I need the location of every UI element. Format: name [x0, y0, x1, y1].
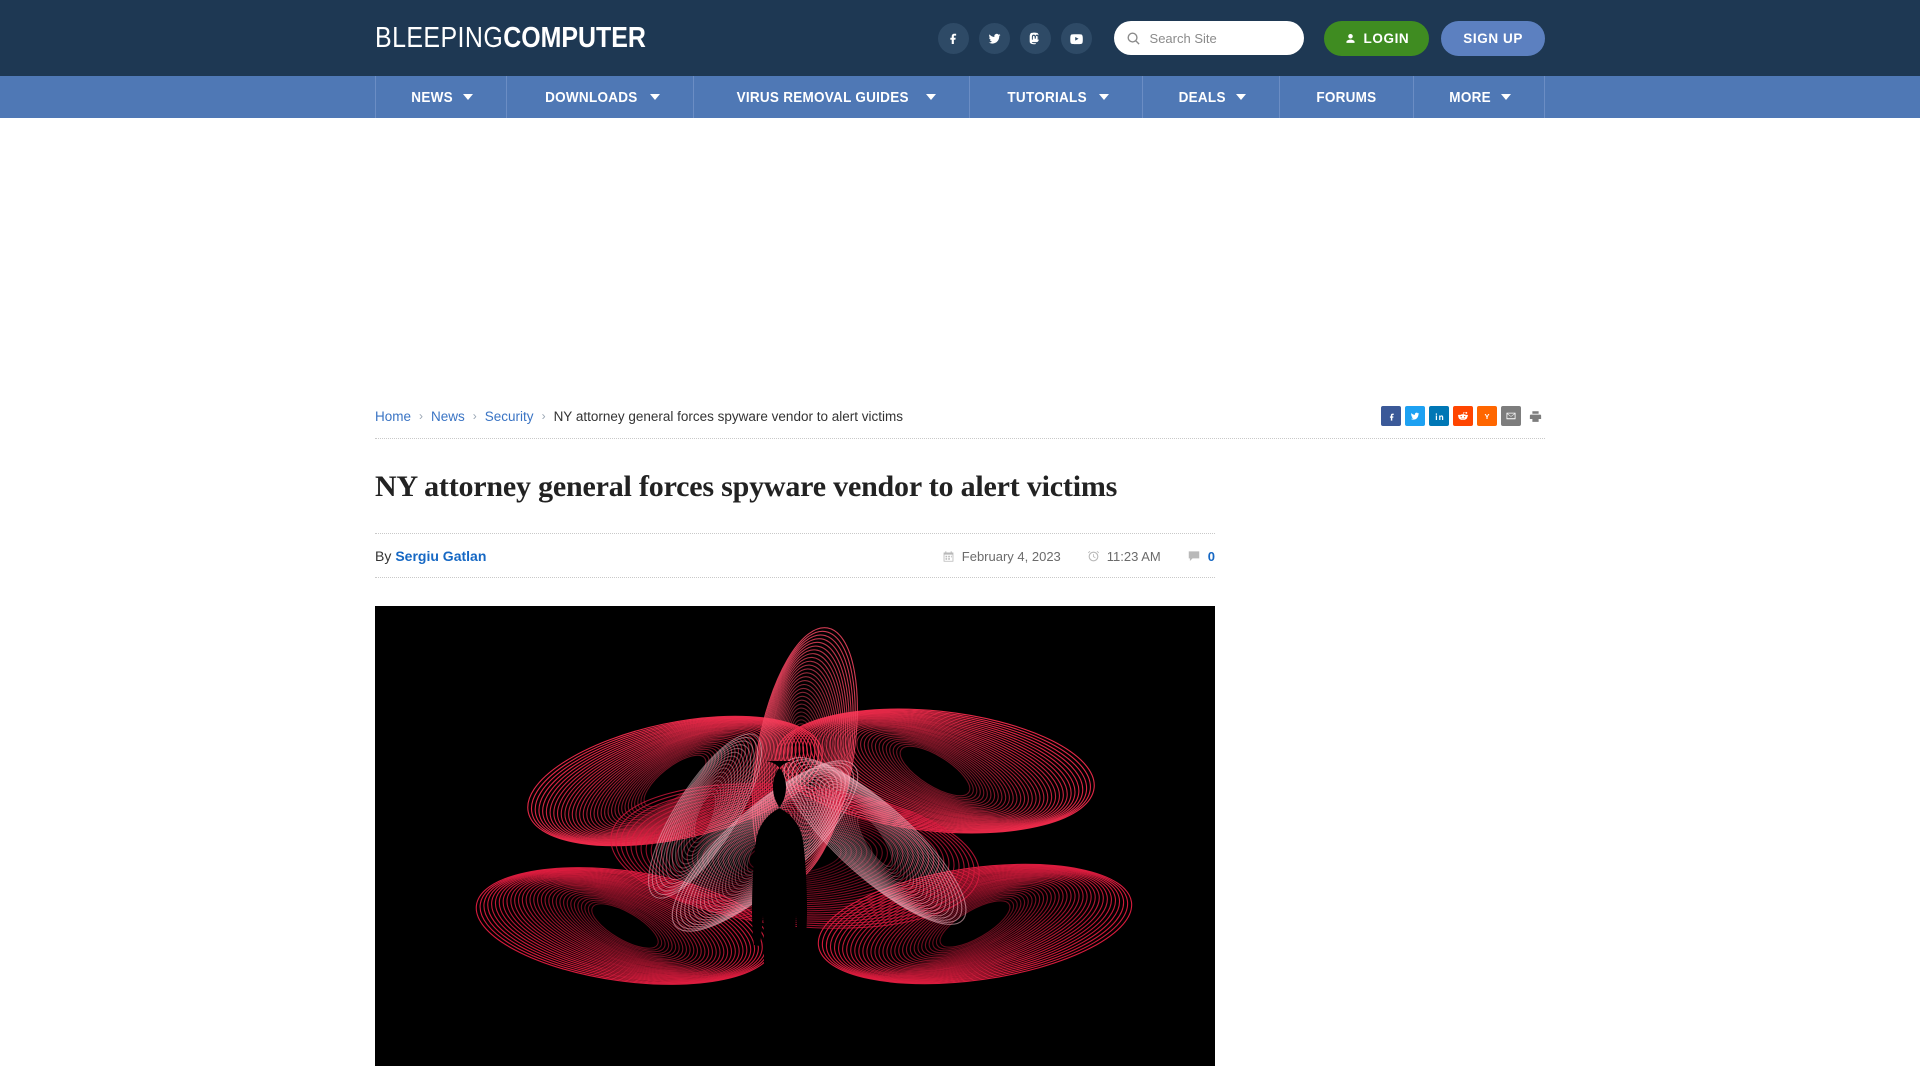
breadcrumb: Home › News › Security › NY attorney gen…	[375, 409, 903, 424]
header-right-group: LOGIN SIGN UP	[937, 20, 1545, 56]
author-link[interactable]: Sergiu Gatlan	[395, 548, 486, 564]
chevron-down-icon	[649, 94, 660, 100]
nav-item-label: NEWS	[411, 88, 454, 106]
share-print-icon[interactable]	[1525, 406, 1545, 426]
article-byline: By Sergiu Gatlan February 4, 2023 11:23 …	[375, 534, 1215, 577]
chevron-down-icon	[1235, 94, 1246, 100]
mastodon-icon[interactable]	[1019, 22, 1051, 54]
clock-icon	[1087, 550, 1099, 561]
social-links	[937, 22, 1092, 54]
share-reddit-icon[interactable]	[1453, 406, 1473, 426]
header-inner: BLEEPINGCOMPUTER Search Site LOGIN SIGN …	[375, 0, 1545, 76]
comment-count-group[interactable]: 0	[1187, 549, 1215, 564]
share-buttons: Y	[1381, 406, 1545, 426]
article-hero-image	[375, 606, 1215, 1066]
chevron-down-icon	[1500, 94, 1511, 100]
calendar-icon	[943, 550, 954, 562]
nav-item-deals[interactable]: DEALS	[1143, 76, 1280, 118]
share-hackernews-icon[interactable]: Y	[1477, 406, 1497, 426]
signup-button-label: SIGN UP	[1463, 30, 1523, 46]
nav-item-downloads[interactable]: DOWNLOADS	[507, 76, 695, 118]
share-twitter-icon[interactable]	[1405, 406, 1425, 426]
chevron-down-icon	[462, 94, 473, 100]
nav-item-label: DOWNLOADS	[545, 88, 638, 106]
main-navigation: NEWS DOWNLOADS VIRUS REMOVAL GUIDES TUTO…	[0, 76, 1920, 118]
breadcrumb-separator: ›	[541, 409, 546, 423]
nav-inner: NEWS DOWNLOADS VIRUS REMOVAL GUIDES TUTO…	[375, 76, 1545, 118]
chevron-down-icon	[1098, 94, 1109, 100]
user-icon	[1345, 33, 1355, 43]
byline-divider	[375, 577, 1215, 578]
comment-icon	[1188, 551, 1200, 561]
site-header: BLEEPINGCOMPUTER Search Site LOGIN SIGN …	[0, 0, 1920, 76]
login-button[interactable]: LOGIN	[1323, 20, 1430, 56]
svg-text:Y: Y	[1484, 412, 1489, 421]
nav-item-tutorials[interactable]: TUTORIALS	[970, 76, 1143, 118]
search-input[interactable]	[1149, 30, 1292, 46]
comment-count: 0	[1207, 548, 1215, 564]
nav-item-more[interactable]: MORE	[1414, 76, 1544, 118]
nav-item-label: VIRUS REMOVAL GUIDES	[736, 88, 910, 106]
article-meta: February 4, 2023 11:23 AM 0	[942, 549, 1215, 564]
logo-text-light: BLEEPING	[375, 21, 504, 54]
nav-item-label: MORE	[1449, 88, 1492, 106]
page-title: NY attorney general forces spyware vendo…	[375, 470, 1118, 503]
page-content: Home › News › Security › NY attorney gen…	[375, 406, 1545, 1066]
logo-text-bold: COMPUTER	[503, 21, 646, 54]
facebook-icon[interactable]	[937, 22, 969, 54]
chevron-down-icon	[925, 94, 936, 100]
nav-item-label: TUTORIALS	[1007, 88, 1088, 106]
byline-label: By	[375, 548, 392, 564]
youtube-icon[interactable]	[1060, 22, 1092, 54]
breadcrumb-item-security[interactable]: Security	[485, 409, 534, 424]
publish-date-text: February 4, 2023	[961, 548, 1061, 564]
twitter-icon[interactable]	[978, 22, 1010, 54]
nav-item-virus-removal-guides[interactable]: VIRUS REMOVAL GUIDES	[694, 76, 970, 118]
nav-item-label: FORUMS	[1316, 88, 1377, 106]
breadcrumb-row: Home › News › Security › NY attorney gen…	[375, 406, 1545, 438]
nav-item-news[interactable]: NEWS	[376, 76, 507, 118]
signup-button[interactable]: SIGN UP	[1441, 20, 1545, 56]
article-column: NY attorney general forces spyware vendo…	[375, 439, 1215, 1066]
share-email-icon[interactable]	[1501, 406, 1521, 426]
login-button-label: LOGIN	[1363, 30, 1410, 46]
breadcrumb-item-home[interactable]: Home	[375, 409, 411, 424]
publish-date: February 4, 2023	[942, 549, 1061, 564]
breadcrumb-separator: ›	[419, 409, 424, 423]
share-linkedin-icon[interactable]	[1429, 406, 1449, 426]
nav-item-label: DEALS	[1178, 88, 1226, 106]
publish-time: 11:23 AM	[1087, 549, 1161, 564]
hero-artwork	[375, 606, 1215, 1066]
nav-item-forums[interactable]: FORUMS	[1280, 76, 1415, 118]
breadcrumb-item-current: NY attorney general forces spyware vendo…	[553, 408, 903, 424]
site-logo[interactable]: BLEEPINGCOMPUTER	[375, 22, 646, 55]
advertisement-slot	[0, 118, 1920, 406]
share-facebook-icon[interactable]	[1381, 406, 1401, 426]
search-icon	[1127, 31, 1140, 45]
breadcrumb-item-news[interactable]: News	[431, 409, 465, 424]
breadcrumb-separator: ›	[472, 409, 477, 423]
search-box[interactable]	[1113, 21, 1304, 55]
publish-time-text: 11:23 AM	[1106, 548, 1161, 564]
